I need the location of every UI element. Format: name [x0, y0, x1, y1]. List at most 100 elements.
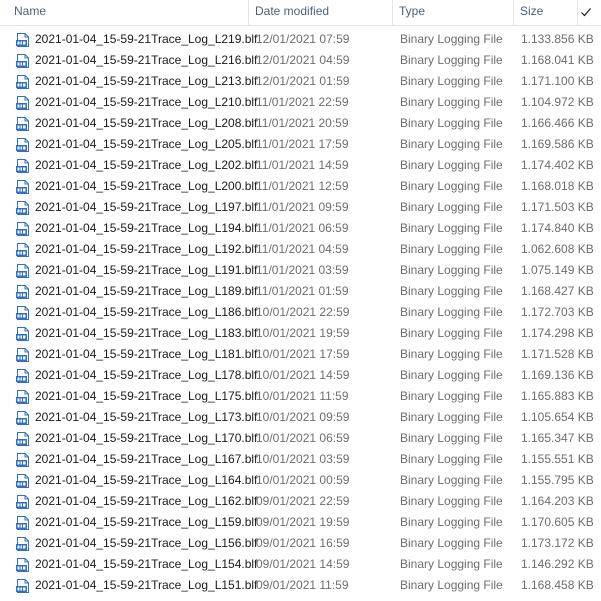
file-date-modified: 11/01/2021 01:59: [256, 284, 349, 298]
file-size: 1.166.466 KB: [521, 116, 594, 130]
file-date-modified: 12/01/2021 01:59: [256, 74, 350, 88]
select-all-checkbox[interactable]: [578, 0, 594, 25]
file-type: Binary Logging File: [400, 95, 503, 109]
file-name: 2021-01-04_15-59-21Trace_Log_L159.blf: [35, 515, 258, 529]
file-row[interactable]: 2021-01-04_15-59-21Trace_Log_L205.blf 11…: [0, 134, 601, 155]
file-row[interactable]: 2021-01-04_15-59-21Trace_Log_L183.blf 10…: [0, 323, 601, 344]
column-header-name[interactable]: Name: [8, 0, 249, 25]
file-size: 1.062.608 KB: [521, 242, 594, 256]
file-date-modified: 12/01/2021 07:59: [256, 32, 350, 46]
file-name: 2021-01-04_15-59-21Trace_Log_L154.blf: [35, 557, 258, 571]
file-date-modified: 09/01/2021 14:59: [256, 557, 350, 571]
file-row[interactable]: 2021-01-04_15-59-21Trace_Log_L175.blf 10…: [0, 386, 601, 407]
file-name: 2021-01-04_15-59-21Trace_Log_L178.blf: [35, 368, 258, 382]
column-header-type[interactable]: Type: [393, 0, 514, 25]
file-name: 2021-01-04_15-59-21Trace_Log_L175.blf: [35, 389, 258, 403]
file-row[interactable]: 2021-01-04_15-59-21Trace_Log_L181.blf 10…: [0, 344, 601, 365]
file-size: 1.171.503 KB: [521, 200, 594, 214]
file-row[interactable]: 2021-01-04_15-59-21Trace_Log_L197.blf 11…: [0, 197, 601, 218]
file-size: 1.169.586 KB: [521, 137, 594, 151]
checkmark-icon: [581, 8, 591, 17]
blf-file-icon: [15, 137, 31, 153]
file-size: 1.165.883 KB: [521, 389, 594, 403]
blf-file-icon: [15, 389, 31, 405]
blf-file-icon: [15, 410, 31, 426]
file-row[interactable]: 2021-01-04_15-59-21Trace_Log_L208.blf 11…: [0, 113, 601, 134]
file-row[interactable]: 2021-01-04_15-59-21Trace_Log_L191.blf 11…: [0, 260, 601, 281]
file-size: 1.171.100 KB: [521, 74, 594, 88]
file-row[interactable]: 2021-01-04_15-59-21Trace_Log_L164.blf 10…: [0, 470, 601, 491]
file-name: 2021-01-04_15-59-21Trace_Log_L202.blf: [35, 158, 258, 172]
file-size: 1.146.292 KB: [521, 557, 594, 571]
file-row[interactable]: 2021-01-04_15-59-21Trace_Log_L173.blf 10…: [0, 407, 601, 428]
blf-file-icon: [15, 494, 31, 510]
file-type: Binary Logging File: [400, 452, 503, 466]
blf-file-icon: [15, 578, 31, 594]
file-type: Binary Logging File: [400, 536, 503, 550]
file-row[interactable]: 2021-01-04_15-59-21Trace_Log_L159.blf 09…: [0, 512, 601, 533]
file-size: 1.174.840 KB: [521, 221, 594, 235]
file-name: 2021-01-04_15-59-21Trace_Log_L186.blf: [35, 305, 258, 319]
file-type: Binary Logging File: [400, 158, 503, 172]
file-row[interactable]: 2021-01-04_15-59-21Trace_Log_L194.blf 11…: [0, 218, 601, 239]
file-row[interactable]: 2021-01-04_15-59-21Trace_Log_L178.blf 10…: [0, 365, 601, 386]
file-row[interactable]: 2021-01-04_15-59-21Trace_Log_L219.blf 12…: [0, 29, 601, 50]
blf-file-icon: [15, 95, 31, 111]
file-date-modified: 10/01/2021 17:59: [256, 347, 350, 361]
file-date-modified: 10/01/2021 11:59: [256, 389, 349, 403]
file-row[interactable]: 2021-01-04_15-59-21Trace_Log_L162.blf 09…: [0, 491, 601, 512]
blf-file-icon: [15, 221, 31, 237]
file-size: 1.165.347 KB: [521, 431, 594, 445]
blf-file-icon: [15, 53, 31, 69]
column-header-date-modified[interactable]: Date modified: [249, 0, 393, 25]
file-size: 1.172.703 KB: [521, 305, 594, 319]
file-type: Binary Logging File: [400, 284, 503, 298]
file-row[interactable]: 2021-01-04_15-59-21Trace_Log_L202.blf 11…: [0, 155, 601, 176]
blf-file-icon: [15, 158, 31, 174]
file-date-modified: 10/01/2021 14:59: [256, 368, 350, 382]
file-name: 2021-01-04_15-59-21Trace_Log_L192.blf: [35, 242, 258, 256]
file-size: 1.169.136 KB: [521, 368, 594, 382]
file-row[interactable]: 2021-01-04_15-59-21Trace_Log_L170.blf 10…: [0, 428, 601, 449]
file-type: Binary Logging File: [400, 326, 503, 340]
blf-file-icon: [15, 263, 31, 279]
file-date-modified: 09/01/2021 22:59: [256, 494, 350, 508]
file-type: Binary Logging File: [400, 179, 503, 193]
file-size: 1.174.298 KB: [521, 326, 594, 340]
file-row[interactable]: 2021-01-04_15-59-21Trace_Log_L216.blf 12…: [0, 50, 601, 71]
file-size: 1.168.041 KB: [521, 53, 594, 67]
file-date-modified: 12/01/2021 04:59: [256, 53, 350, 67]
file-date-modified: 09/01/2021 16:59: [256, 536, 350, 550]
file-type: Binary Logging File: [400, 473, 503, 487]
file-row[interactable]: 2021-01-04_15-59-21Trace_Log_L151.blf 09…: [0, 575, 601, 596]
file-row[interactable]: 2021-01-04_15-59-21Trace_Log_L189.blf 11…: [0, 281, 601, 302]
blf-file-icon: [15, 305, 31, 321]
file-row[interactable]: 2021-01-04_15-59-21Trace_Log_L167.blf 10…: [0, 449, 601, 470]
file-row[interactable]: 2021-01-04_15-59-21Trace_Log_L192.blf 11…: [0, 239, 601, 260]
file-date-modified: 10/01/2021 19:59: [256, 326, 350, 340]
file-name: 2021-01-04_15-59-21Trace_Log_L208.blf: [35, 116, 258, 130]
file-row[interactable]: 2021-01-04_15-59-21Trace_Log_L186.blf 10…: [0, 302, 601, 323]
file-date-modified: 10/01/2021 03:59: [256, 452, 350, 466]
column-header-size[interactable]: Size: [514, 0, 578, 25]
file-row[interactable]: 2021-01-04_15-59-21Trace_Log_L213.blf 12…: [0, 71, 601, 92]
file-row[interactable]: 2021-01-04_15-59-21Trace_Log_L156.blf 09…: [0, 533, 601, 554]
file-type: Binary Logging File: [400, 431, 503, 445]
file-size: 1.170.605 KB: [521, 515, 594, 529]
file-date-modified: 09/01/2021 19:59: [256, 515, 350, 529]
file-name: 2021-01-04_15-59-21Trace_Log_L191.blf: [35, 263, 258, 277]
file-type: Binary Logging File: [400, 305, 503, 319]
file-row[interactable]: 2021-01-04_15-59-21Trace_Log_L154.blf 09…: [0, 554, 601, 575]
blf-file-icon: [15, 116, 31, 132]
file-name: 2021-01-04_15-59-21Trace_Log_L173.blf: [35, 410, 258, 424]
file-size: 1.168.427 KB: [521, 284, 594, 298]
file-name: 2021-01-04_15-59-21Trace_Log_L216.blf: [35, 53, 258, 67]
file-type: Binary Logging File: [400, 32, 503, 46]
file-row[interactable]: 2021-01-04_15-59-21Trace_Log_L200.blf 11…: [0, 176, 601, 197]
blf-file-icon: [15, 347, 31, 363]
file-type: Binary Logging File: [400, 116, 503, 130]
file-type: Binary Logging File: [400, 557, 503, 571]
file-size: 1.173.172 KB: [521, 536, 594, 550]
file-row[interactable]: 2021-01-04_15-59-21Trace_Log_L210.blf 11…: [0, 92, 601, 113]
file-type: Binary Logging File: [400, 410, 503, 424]
